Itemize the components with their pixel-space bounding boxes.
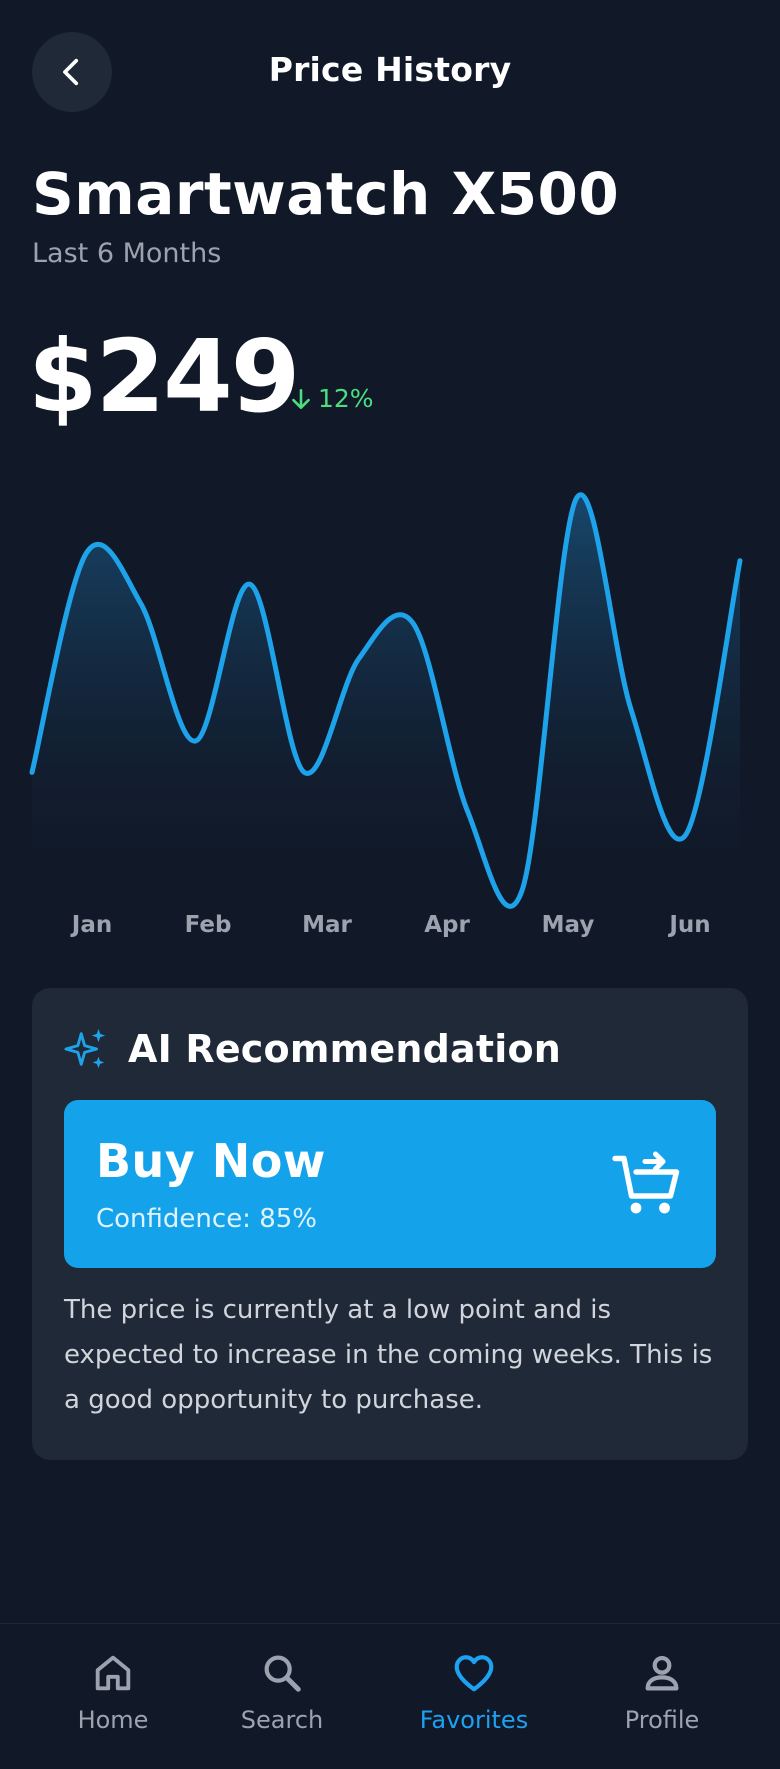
nav-home-label: Home bbox=[77, 1706, 149, 1734]
x-tick-label: Apr bbox=[424, 912, 470, 938]
arrow-down-icon bbox=[292, 388, 310, 409]
home-icon bbox=[95, 1655, 131, 1691]
x-tick-label: Feb bbox=[185, 912, 232, 938]
recommendation-description: The price is currently at a low point an… bbox=[64, 1295, 713, 1415]
price-area bbox=[32, 494, 740, 910]
nav-favorites-label: Favorites bbox=[419, 1706, 529, 1734]
user-icon bbox=[645, 1655, 679, 1691]
buy-now-label: Buy Now bbox=[96, 1134, 326, 1188]
x-tick-label: Jan bbox=[70, 912, 112, 938]
x-tick-label: Jun bbox=[667, 912, 710, 938]
current-price: $249 bbox=[28, 318, 300, 435]
period-label: Last 6 Months bbox=[32, 238, 222, 269]
nav-search[interactable]: Search bbox=[202, 1650, 362, 1734]
nav-favorites[interactable]: Favorites bbox=[394, 1650, 554, 1734]
x-tick-label: Mar bbox=[302, 912, 352, 938]
confidence-label: Confidence: 85% bbox=[96, 1204, 317, 1234]
ai-recommendation-card: AI Recommendation Buy Now Confidence: 85… bbox=[32, 988, 748, 1460]
product-name: Smartwatch X500 bbox=[32, 160, 620, 228]
card-header: AI Recommendation bbox=[64, 1026, 561, 1072]
price-chart: Jan Feb Mar Apr May Jun bbox=[29, 492, 743, 938]
bottom-navigation: Home Search Favorites Profile bbox=[0, 1623, 780, 1769]
search-icon bbox=[264, 1655, 301, 1692]
buy-now-button[interactable]: Buy Now Confidence: 85% bbox=[64, 1100, 716, 1268]
sparkles-icon bbox=[64, 1028, 106, 1069]
x-tick-label: May bbox=[542, 912, 595, 938]
cart-add-icon bbox=[612, 1151, 680, 1214]
price-change-value: 12% bbox=[318, 384, 374, 413]
nav-search-label: Search bbox=[240, 1706, 324, 1734]
price-change: 12% bbox=[288, 384, 374, 413]
recommendation-title: AI Recommendation bbox=[128, 1027, 562, 1071]
heart-icon bbox=[454, 1655, 494, 1692]
page-title: Price History bbox=[268, 50, 512, 89]
nav-profile-label: Profile bbox=[624, 1706, 700, 1734]
nav-profile[interactable]: Profile bbox=[582, 1650, 742, 1734]
nav-home[interactable]: Home bbox=[33, 1650, 193, 1734]
header: Price History bbox=[0, 0, 780, 144]
